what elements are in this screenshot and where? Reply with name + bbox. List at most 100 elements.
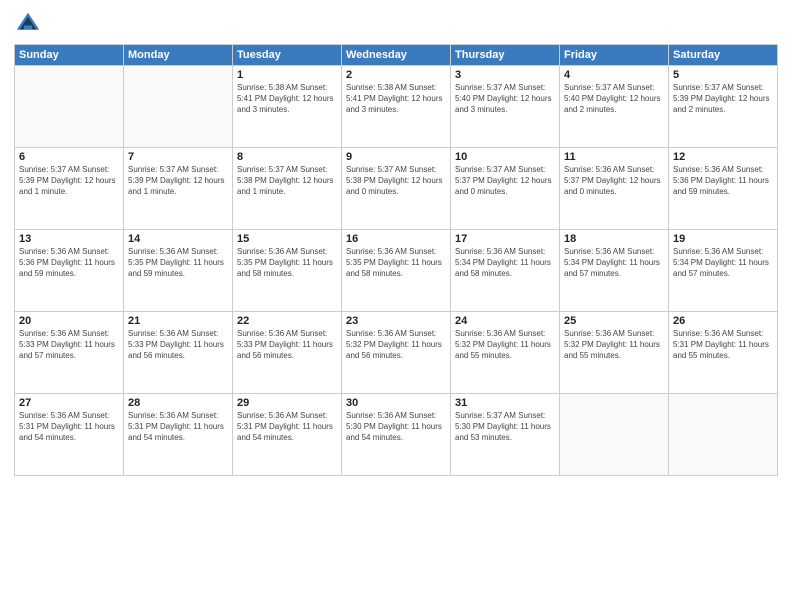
day-number: 10: [455, 151, 555, 163]
day-number: 4: [564, 69, 664, 81]
day-number: 7: [128, 151, 228, 163]
day-number: 28: [128, 397, 228, 409]
day-detail: Sunrise: 5:36 AM Sunset: 5:35 PM Dayligh…: [346, 246, 446, 280]
day-detail: Sunrise: 5:37 AM Sunset: 5:39 PM Dayligh…: [128, 164, 228, 198]
day-detail: Sunrise: 5:36 AM Sunset: 5:33 PM Dayligh…: [128, 328, 228, 362]
calendar-cell: 6Sunrise: 5:37 AM Sunset: 5:39 PM Daylig…: [15, 148, 124, 230]
day-number: 16: [346, 233, 446, 245]
calendar-cell: 7Sunrise: 5:37 AM Sunset: 5:39 PM Daylig…: [124, 148, 233, 230]
day-detail: Sunrise: 5:36 AM Sunset: 5:34 PM Dayligh…: [673, 246, 773, 280]
calendar-cell: 2Sunrise: 5:38 AM Sunset: 5:41 PM Daylig…: [342, 66, 451, 148]
calendar-cell: 26Sunrise: 5:36 AM Sunset: 5:31 PM Dayli…: [669, 312, 778, 394]
header-day-thursday: Thursday: [451, 45, 560, 66]
day-number: 22: [237, 315, 337, 327]
calendar-cell: 18Sunrise: 5:36 AM Sunset: 5:34 PM Dayli…: [560, 230, 669, 312]
calendar-week-3: 13Sunrise: 5:36 AM Sunset: 5:36 PM Dayli…: [15, 230, 778, 312]
header: [14, 10, 778, 38]
day-number: 13: [19, 233, 119, 245]
day-number: 8: [237, 151, 337, 163]
header-day-wednesday: Wednesday: [342, 45, 451, 66]
header-day-tuesday: Tuesday: [233, 45, 342, 66]
day-number: 15: [237, 233, 337, 245]
day-number: 11: [564, 151, 664, 163]
calendar-cell: 28Sunrise: 5:36 AM Sunset: 5:31 PM Dayli…: [124, 394, 233, 476]
calendar-cell: 25Sunrise: 5:36 AM Sunset: 5:32 PM Dayli…: [560, 312, 669, 394]
header-day-sunday: Sunday: [15, 45, 124, 66]
calendar-cell: 29Sunrise: 5:36 AM Sunset: 5:31 PM Dayli…: [233, 394, 342, 476]
calendar-cell: 3Sunrise: 5:37 AM Sunset: 5:40 PM Daylig…: [451, 66, 560, 148]
day-number: 20: [19, 315, 119, 327]
day-number: 23: [346, 315, 446, 327]
day-number: 31: [455, 397, 555, 409]
calendar-cell: [124, 66, 233, 148]
day-number: 6: [19, 151, 119, 163]
calendar-cell: 14Sunrise: 5:36 AM Sunset: 5:35 PM Dayli…: [124, 230, 233, 312]
calendar-cell: 19Sunrise: 5:36 AM Sunset: 5:34 PM Dayli…: [669, 230, 778, 312]
day-number: 25: [564, 315, 664, 327]
day-detail: Sunrise: 5:36 AM Sunset: 5:33 PM Dayligh…: [237, 328, 337, 362]
calendar-cell: 31Sunrise: 5:37 AM Sunset: 5:30 PM Dayli…: [451, 394, 560, 476]
calendar-cell: 17Sunrise: 5:36 AM Sunset: 5:34 PM Dayli…: [451, 230, 560, 312]
day-detail: Sunrise: 5:36 AM Sunset: 5:36 PM Dayligh…: [19, 246, 119, 280]
day-number: 27: [19, 397, 119, 409]
day-detail: Sunrise: 5:36 AM Sunset: 5:32 PM Dayligh…: [564, 328, 664, 362]
day-number: 18: [564, 233, 664, 245]
calendar-cell: 10Sunrise: 5:37 AM Sunset: 5:37 PM Dayli…: [451, 148, 560, 230]
day-number: 29: [237, 397, 337, 409]
day-detail: Sunrise: 5:36 AM Sunset: 5:33 PM Dayligh…: [19, 328, 119, 362]
header-day-friday: Friday: [560, 45, 669, 66]
calendar-week-5: 27Sunrise: 5:36 AM Sunset: 5:31 PM Dayli…: [15, 394, 778, 476]
day-detail: Sunrise: 5:38 AM Sunset: 5:41 PM Dayligh…: [237, 82, 337, 116]
logo: [14, 10, 44, 38]
calendar-cell: 16Sunrise: 5:36 AM Sunset: 5:35 PM Dayli…: [342, 230, 451, 312]
day-detail: Sunrise: 5:36 AM Sunset: 5:30 PM Dayligh…: [346, 410, 446, 444]
day-detail: Sunrise: 5:37 AM Sunset: 5:37 PM Dayligh…: [455, 164, 555, 198]
day-detail: Sunrise: 5:36 AM Sunset: 5:31 PM Dayligh…: [237, 410, 337, 444]
calendar-cell: 13Sunrise: 5:36 AM Sunset: 5:36 PM Dayli…: [15, 230, 124, 312]
day-number: 2: [346, 69, 446, 81]
calendar-cell: 22Sunrise: 5:36 AM Sunset: 5:33 PM Dayli…: [233, 312, 342, 394]
calendar-cell: 30Sunrise: 5:36 AM Sunset: 5:30 PM Dayli…: [342, 394, 451, 476]
calendar-header-row: SundayMondayTuesdayWednesdayThursdayFrid…: [15, 45, 778, 66]
calendar-cell: 27Sunrise: 5:36 AM Sunset: 5:31 PM Dayli…: [15, 394, 124, 476]
day-detail: Sunrise: 5:37 AM Sunset: 5:38 PM Dayligh…: [237, 164, 337, 198]
day-detail: Sunrise: 5:37 AM Sunset: 5:39 PM Dayligh…: [673, 82, 773, 116]
calendar-cell: 5Sunrise: 5:37 AM Sunset: 5:39 PM Daylig…: [669, 66, 778, 148]
calendar-cell: 4Sunrise: 5:37 AM Sunset: 5:40 PM Daylig…: [560, 66, 669, 148]
day-detail: Sunrise: 5:36 AM Sunset: 5:34 PM Dayligh…: [564, 246, 664, 280]
calendar-week-1: 1Sunrise: 5:38 AM Sunset: 5:41 PM Daylig…: [15, 66, 778, 148]
calendar-week-4: 20Sunrise: 5:36 AM Sunset: 5:33 PM Dayli…: [15, 312, 778, 394]
day-detail: Sunrise: 5:37 AM Sunset: 5:40 PM Dayligh…: [455, 82, 555, 116]
calendar-cell: 12Sunrise: 5:36 AM Sunset: 5:36 PM Dayli…: [669, 148, 778, 230]
day-number: 12: [673, 151, 773, 163]
day-detail: Sunrise: 5:36 AM Sunset: 5:31 PM Dayligh…: [19, 410, 119, 444]
logo-icon: [14, 10, 42, 38]
day-detail: Sunrise: 5:36 AM Sunset: 5:31 PM Dayligh…: [673, 328, 773, 362]
day-number: 19: [673, 233, 773, 245]
day-detail: Sunrise: 5:37 AM Sunset: 5:30 PM Dayligh…: [455, 410, 555, 444]
day-detail: Sunrise: 5:36 AM Sunset: 5:37 PM Dayligh…: [564, 164, 664, 198]
calendar-cell: [560, 394, 669, 476]
day-detail: Sunrise: 5:36 AM Sunset: 5:34 PM Dayligh…: [455, 246, 555, 280]
calendar-cell: 21Sunrise: 5:36 AM Sunset: 5:33 PM Dayli…: [124, 312, 233, 394]
day-number: 9: [346, 151, 446, 163]
day-detail: Sunrise: 5:37 AM Sunset: 5:38 PM Dayligh…: [346, 164, 446, 198]
day-number: 30: [346, 397, 446, 409]
calendar-week-2: 6Sunrise: 5:37 AM Sunset: 5:39 PM Daylig…: [15, 148, 778, 230]
header-day-saturday: Saturday: [669, 45, 778, 66]
calendar-cell: [669, 394, 778, 476]
day-detail: Sunrise: 5:37 AM Sunset: 5:39 PM Dayligh…: [19, 164, 119, 198]
calendar-cell: 15Sunrise: 5:36 AM Sunset: 5:35 PM Dayli…: [233, 230, 342, 312]
calendar-cell: 23Sunrise: 5:36 AM Sunset: 5:32 PM Dayli…: [342, 312, 451, 394]
header-day-monday: Monday: [124, 45, 233, 66]
day-detail: Sunrise: 5:36 AM Sunset: 5:31 PM Dayligh…: [128, 410, 228, 444]
day-number: 1: [237, 69, 337, 81]
day-number: 21: [128, 315, 228, 327]
day-detail: Sunrise: 5:36 AM Sunset: 5:32 PM Dayligh…: [455, 328, 555, 362]
page: SundayMondayTuesdayWednesdayThursdayFrid…: [0, 0, 792, 612]
calendar-cell: 1Sunrise: 5:38 AM Sunset: 5:41 PM Daylig…: [233, 66, 342, 148]
day-detail: Sunrise: 5:36 AM Sunset: 5:35 PM Dayligh…: [128, 246, 228, 280]
calendar-cell: 24Sunrise: 5:36 AM Sunset: 5:32 PM Dayli…: [451, 312, 560, 394]
calendar-cell: 11Sunrise: 5:36 AM Sunset: 5:37 PM Dayli…: [560, 148, 669, 230]
day-detail: Sunrise: 5:36 AM Sunset: 5:32 PM Dayligh…: [346, 328, 446, 362]
